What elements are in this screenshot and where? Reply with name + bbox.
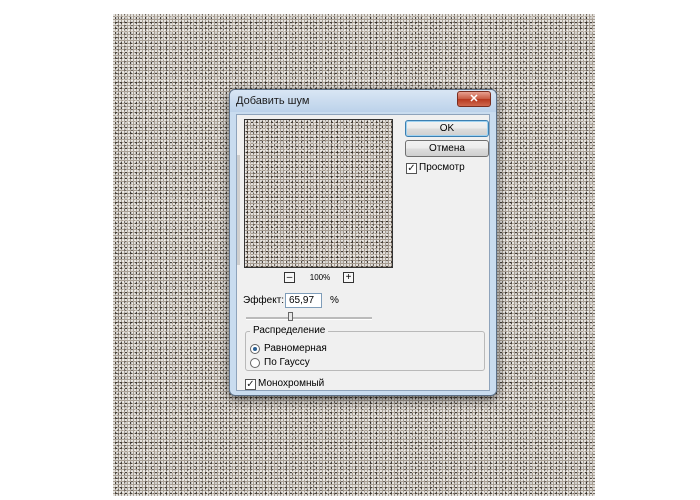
zoom-out-button[interactable]: –: [284, 272, 295, 283]
effect-unit: %: [330, 295, 339, 306]
preview-scroll-stub: [237, 155, 240, 265]
effect-slider-thumb[interactable]: [288, 312, 293, 321]
uniform-radio-label: Равномерная: [264, 343, 327, 354]
monochrome-checkbox[interactable]: ✓: [245, 379, 256, 390]
ok-button[interactable]: OK: [405, 120, 489, 137]
close-button[interactable]: ✕: [457, 91, 491, 107]
gaussian-radio[interactable]: [250, 358, 260, 368]
canvas-frame: Добавить шум ✕ – 100% + OK Отмена ✓ Прос…: [0, 0, 700, 500]
zoom-level: 100%: [309, 273, 331, 282]
effect-amount-input[interactable]: [285, 293, 322, 308]
effect-label: Эффект:: [243, 295, 285, 306]
preview-checkbox-label: Просмотр: [419, 162, 465, 173]
dialog-body: – 100% + OK Отмена ✓ Просмотр Эффект: % …: [236, 114, 490, 391]
dialog-titlebar[interactable]: Добавить шум ✕: [230, 90, 496, 112]
add-noise-dialog: Добавить шум ✕ – 100% + OK Отмена ✓ Прос…: [229, 89, 497, 396]
filter-preview[interactable]: [244, 119, 393, 268]
distribution-legend: Распределение: [250, 325, 329, 336]
preview-checkbox[interactable]: ✓: [406, 163, 417, 174]
zoom-in-button[interactable]: +: [343, 272, 354, 283]
uniform-radio[interactable]: [250, 344, 260, 354]
cancel-button[interactable]: Отмена: [405, 140, 489, 157]
monochrome-checkbox-label: Монохромный: [258, 378, 325, 389]
dialog-title: Добавить шум: [236, 95, 310, 107]
effect-slider-track[interactable]: [246, 317, 372, 320]
gaussian-radio-label: По Гауссу: [264, 357, 310, 368]
